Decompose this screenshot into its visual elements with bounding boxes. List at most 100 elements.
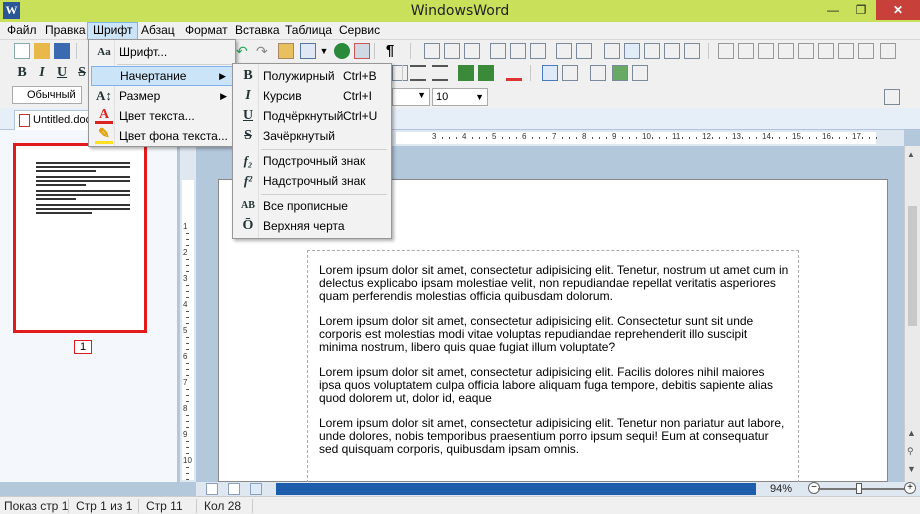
menu-insert[interactable]: Вставка [230,22,285,40]
ungroup-icon[interactable] [644,43,660,59]
paragraph-3[interactable]: Lorem ipsum dolor sit amet, consectetur … [319,366,789,405]
border-top-icon[interactable] [778,43,794,59]
border-bottom-icon[interactable] [798,43,814,59]
menu-format[interactable]: Формат [180,22,233,40]
scroll-up-icon[interactable]: ▲ [907,150,915,159]
menu-item-text-color[interactable]: A Цвет текста... [91,106,233,126]
web-layout-view-icon[interactable] [562,65,578,81]
header-icon[interactable] [590,65,606,81]
border-all-icon[interactable] [718,43,734,59]
border-inner-icon[interactable] [758,43,774,59]
menu-item-superscript[interactable]: f² Надстрочный знак [235,171,389,191]
font-family-combobox[interactable]: ▼ [392,88,430,106]
border-right-icon[interactable] [838,43,854,59]
table-dropdown-icon[interactable]: ▼ [316,43,332,59]
normal-view-icon[interactable] [206,483,218,495]
ruler-tick [186,311,189,312]
menu-item-strikethrough[interactable]: S Зачёркнутый [235,126,389,146]
close-button[interactable]: ✕ [876,0,920,20]
page-layout-view-icon[interactable] [542,65,558,81]
save-icon[interactable] [54,43,70,59]
web-view-icon[interactable] [228,483,240,495]
thumbnail-text-line [36,162,130,164]
menu-item-size[interactable]: A↕ Размер ▶ [91,86,233,106]
numbered-list-icon[interactable] [432,65,448,81]
menu-paragraph[interactable]: Абзац [136,22,180,40]
indent-increase-icon[interactable] [478,65,494,81]
menu-item-overline[interactable]: Ō Верхняя черта [235,216,389,236]
redo-icon[interactable]: ↷ [256,43,272,59]
menu-item-label: Надстрочный знак [263,174,366,188]
pilcrow-icon[interactable]: ¶ [382,43,398,59]
scroll-up-arrow-icon[interactable] [884,89,900,105]
rotate-icon[interactable] [664,43,680,59]
zoom-slider-track[interactable] [818,488,908,490]
open-folder-icon[interactable] [34,43,50,59]
previous-page-icon[interactable]: ▲ [907,428,916,438]
flip-icon[interactable] [684,43,700,59]
menu-item-style[interactable]: Начертание ▶ [91,66,233,86]
next-page-icon[interactable]: ▼ [907,464,916,474]
new-document-icon[interactable] [14,43,30,59]
zoom-slider-thumb[interactable] [856,483,862,494]
minimize-button[interactable]: — [820,0,846,20]
paragraph-4[interactable]: Lorem ipsum dolor sit amet, consectetur … [319,417,789,456]
bullet-list-icon[interactable] [410,65,426,81]
bring-forward-icon[interactable] [604,43,620,59]
group-icon[interactable] [624,43,640,59]
undo-icon[interactable]: ↶ [236,43,252,59]
table-properties-icon[interactable] [880,43,896,59]
ruler-tick [186,401,189,402]
ruler-number: 12 [702,132,711,141]
zoom-in-button[interactable]: + [904,482,916,494]
scrollbar-thumb[interactable] [908,206,917,326]
border-left-icon[interactable] [818,43,834,59]
align-bottom-object-icon[interactable] [530,43,546,59]
menu-item-all-caps[interactable]: AB Все прописные [235,196,389,216]
remove-header-footer-icon[interactable] [632,65,648,81]
horizontal-scrollbar[interactable] [276,483,756,495]
menu-file[interactable]: Файл [2,22,42,40]
distribute-vertical-icon[interactable] [576,43,592,59]
align-top-object-icon[interactable] [490,43,506,59]
insert-object-icon[interactable] [354,43,370,59]
menu-font[interactable]: Шрифт [87,22,139,40]
insert-table-icon[interactable] [300,43,316,59]
menu-item-underline[interactable]: U Подчёркнутый Ctrl+U [235,106,389,126]
hyperlink-icon[interactable] [334,43,350,59]
italic-button[interactable]: I [33,64,51,82]
menu-item-subscript[interactable]: f₂ Подстрочный знак [235,151,389,171]
menu-item-italic[interactable]: I Курсив Ctrl+I [235,86,389,106]
align-right-object-icon[interactable] [464,43,480,59]
underline-button[interactable]: U [53,64,71,82]
title-bar: W WindowsWord — ❐ ✕ [0,0,920,22]
paragraph-2[interactable]: Lorem ipsum dolor sit amet, consectetur … [319,315,789,354]
menu-table[interactable]: Таблица [280,22,337,40]
maximize-button[interactable]: ❐ [848,0,874,20]
print-layout-view-icon[interactable] [250,483,262,495]
bold-button[interactable]: B [13,64,31,82]
menu-item-font-dialog[interactable]: Aa Шрифт... [91,42,233,62]
align-left-object-icon[interactable] [424,43,440,59]
align-center-object-icon[interactable] [444,43,460,59]
footer-icon[interactable] [612,65,628,81]
line-spacing-icon[interactable] [506,65,522,81]
ruler-number: 1 [183,222,188,231]
insert-image-icon[interactable] [278,43,294,59]
align-justify-icon[interactable] [392,65,408,81]
menu-tools[interactable]: Сервис [334,22,385,40]
menu-item-bold[interactable]: B Полужирный Ctrl+B [235,66,389,86]
style-combobox[interactable]: Обычный [12,86,82,104]
paragraph-1[interactable]: Lorem ipsum dolor sit amet, consectetur … [319,264,789,303]
indent-decrease-icon[interactable] [458,65,474,81]
align-middle-object-icon[interactable] [510,43,526,59]
vertical-scrollbar[interactable]: ▲ ▲ ⚲ ▼ [904,146,920,482]
border-none-icon[interactable] [858,43,874,59]
find-icon[interactable]: ⚲ [907,446,914,457]
page-thumbnail[interactable] [13,143,147,333]
distribute-horizontal-icon[interactable] [556,43,572,59]
menu-edit[interactable]: Правка [40,22,91,40]
border-outer-icon[interactable] [738,43,754,59]
menu-item-highlight-color[interactable]: ✎ Цвет фона текста... [91,126,233,146]
font-size-combobox[interactable]: 10 ▼ [432,88,488,106]
